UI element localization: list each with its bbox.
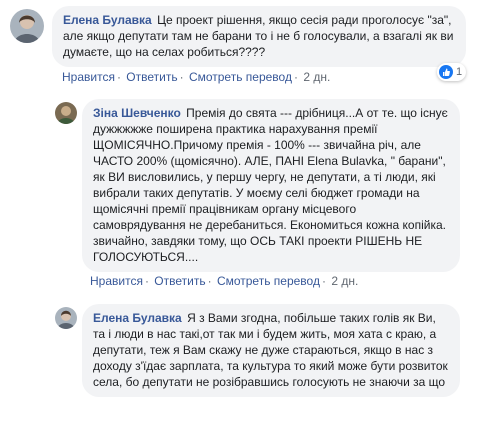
reply-bubble: Елена Булавка Я з Вами згодна, побільше … [82, 304, 460, 397]
like-link[interactable]: Нравится [90, 274, 143, 288]
reply-link[interactable]: Ответить [154, 274, 205, 288]
comment-author[interactable]: Елена Булавка [63, 13, 152, 27]
see-translation-link[interactable]: Смотреть перевод [217, 274, 320, 288]
avatar[interactable] [55, 102, 77, 124]
avatar[interactable] [10, 9, 44, 43]
comment-actions: Нравится · Ответить · Смотреть перевод · 2 … [90, 274, 359, 288]
see-translation-link[interactable]: Смотреть перевод [189, 70, 292, 84]
reactions-badge[interactable]: 1 [437, 63, 467, 81]
like-link[interactable]: Нравится [62, 70, 115, 84]
comment-author[interactable]: Зіна Шевченко [93, 106, 181, 120]
reactions-count: 1 [456, 66, 463, 78]
comment-actions: Нравится · Ответить · Смотреть перевод · 2 … [62, 70, 331, 84]
comment-bubble: Елена Булавка Це проект рішення, якщо се… [52, 6, 466, 67]
like-icon [439, 65, 453, 79]
reply-bubble: Зіна Шевченко Премія до свята --- дрібни… [82, 99, 460, 272]
avatar[interactable] [55, 307, 77, 329]
reply-link[interactable]: Ответить [126, 70, 177, 84]
comment-text: Премія до свята --- дрібниця...А от те. … [93, 106, 452, 264]
comment-author[interactable]: Елена Булавка [93, 311, 182, 325]
comment-time[interactable]: 2 дн. [331, 274, 358, 288]
comment-time[interactable]: 2 дн. [303, 70, 330, 84]
